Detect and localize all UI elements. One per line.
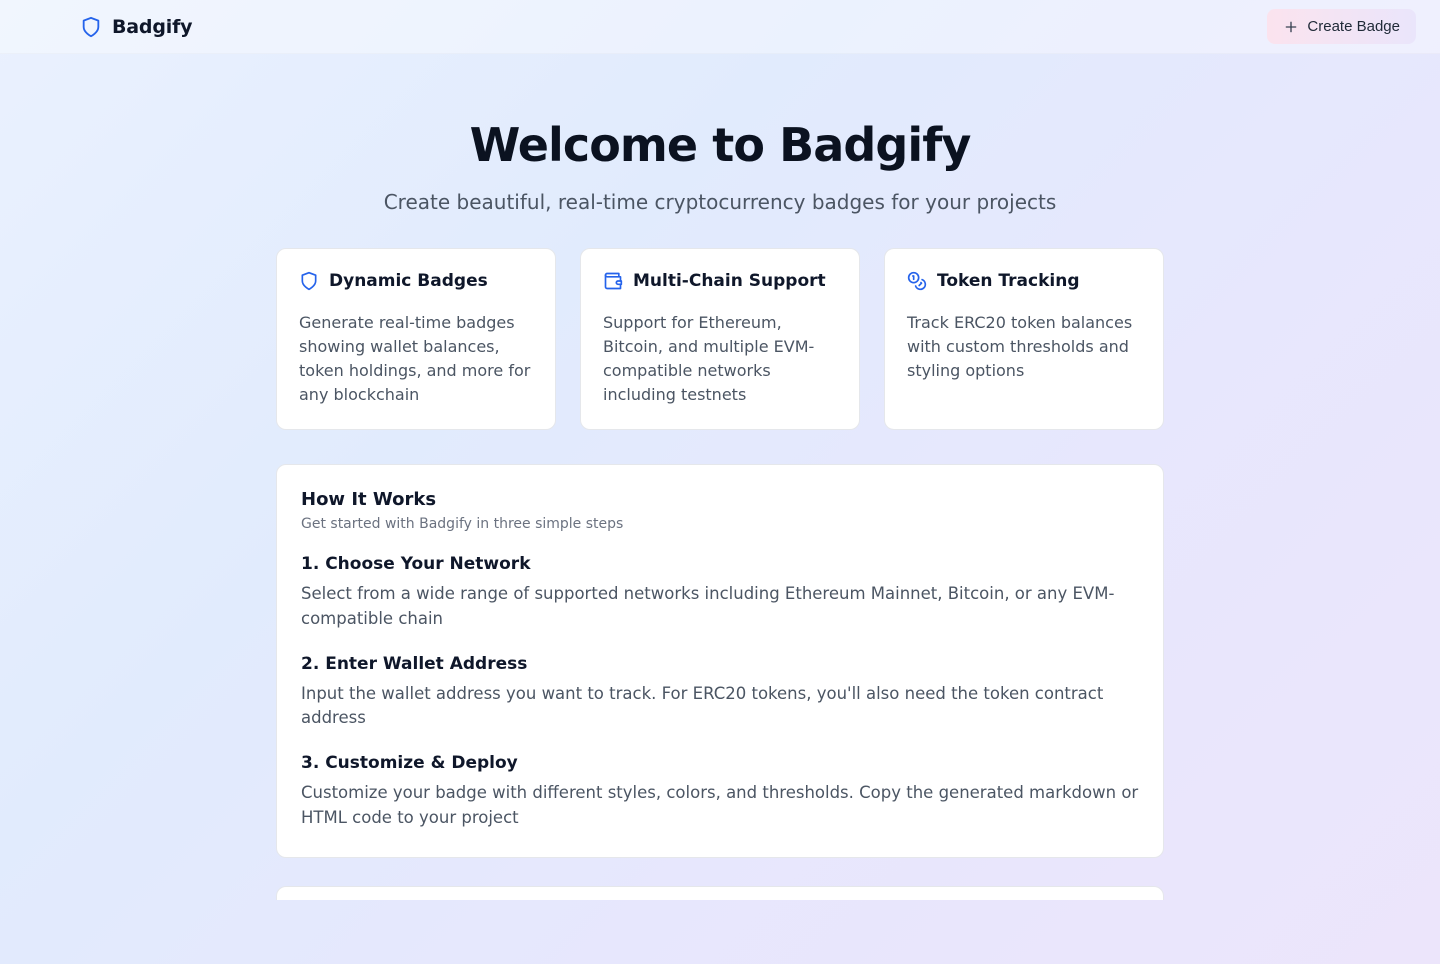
- feature-card-multi-chain: Multi-Chain Support Support for Ethereum…: [580, 248, 860, 430]
- feature-title: Token Tracking: [937, 271, 1079, 291]
- feature-desc: Generate real-time badges showing wallet…: [299, 311, 533, 407]
- feature-card-dynamic-badges: Dynamic Badges Generate real-time badges…: [276, 248, 556, 430]
- page-title: Welcome to Badgify: [470, 118, 971, 172]
- feature-title: Dynamic Badges: [329, 271, 488, 291]
- feature-title: Multi-Chain Support: [633, 271, 826, 291]
- step-2: 2. Enter Wallet Address Input the wallet…: [301, 654, 1139, 732]
- create-badge-button[interactable]: Create Badge: [1267, 9, 1416, 44]
- step-title: 1. Choose Your Network: [301, 554, 1139, 574]
- how-subtitle: Get started with Badgify in three simple…: [301, 516, 1139, 532]
- how-it-works-panel: How It Works Get started with Badgify in…: [276, 464, 1164, 858]
- step-desc: Input the wallet address you want to tra…: [301, 682, 1139, 732]
- brand-name: Badgify: [112, 16, 192, 38]
- next-panel-top: [276, 886, 1164, 900]
- how-steps: 1. Choose Your Network Select from a wid…: [301, 554, 1139, 831]
- wallet-icon: [603, 271, 623, 291]
- step-desc: Customize your badge with different styl…: [301, 781, 1139, 831]
- coins-icon: [907, 271, 927, 291]
- main-content: Welcome to Badgify Create beautiful, rea…: [0, 54, 1440, 964]
- how-title: How It Works: [301, 489, 1139, 510]
- shield-icon: [299, 271, 319, 291]
- create-badge-label: Create Badge: [1307, 18, 1400, 35]
- plus-icon: [1283, 19, 1299, 35]
- step-1: 1. Choose Your Network Select from a wid…: [301, 554, 1139, 632]
- step-title: 3. Customize & Deploy: [301, 753, 1139, 773]
- feature-desc: Support for Ethereum, Bitcoin, and multi…: [603, 311, 837, 407]
- brand[interactable]: Badgify: [80, 16, 192, 38]
- step-desc: Select from a wide range of supported ne…: [301, 582, 1139, 632]
- page-subtitle: Create beautiful, real-time cryptocurren…: [384, 190, 1057, 214]
- step-3: 3. Customize & Deploy Customize your bad…: [301, 753, 1139, 831]
- shield-icon: [80, 16, 102, 38]
- feature-cards: Dynamic Badges Generate real-time badges…: [276, 248, 1164, 430]
- feature-desc: Track ERC20 token balances with custom t…: [907, 311, 1141, 383]
- feature-card-token-tracking: Token Tracking Track ERC20 token balance…: [884, 248, 1164, 430]
- app-header: Badgify Create Badge: [0, 0, 1440, 54]
- step-title: 2. Enter Wallet Address: [301, 654, 1139, 674]
